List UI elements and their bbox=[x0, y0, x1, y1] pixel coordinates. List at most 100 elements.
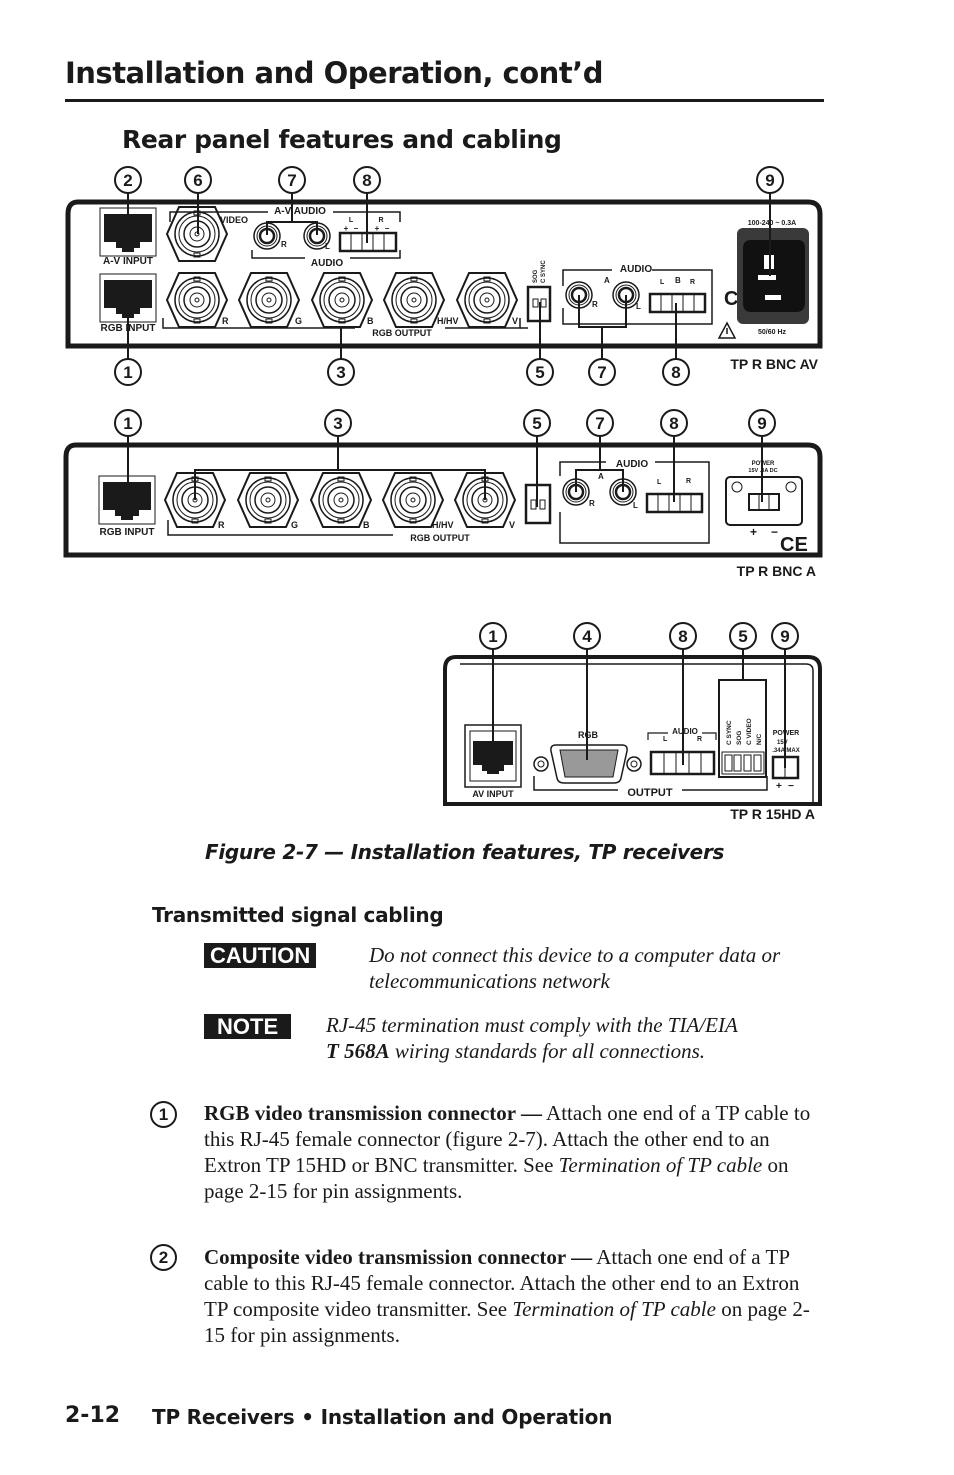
callout-7: 7 bbox=[278, 166, 306, 194]
rca-l-label: L bbox=[636, 302, 641, 311]
term-r-label: R bbox=[697, 736, 702, 743]
callout-8: 8 bbox=[353, 166, 381, 194]
switch-label-c-video: C VIDEO bbox=[746, 718, 753, 745]
svg-text:3: 3 bbox=[336, 363, 345, 382]
model-label: TP R BNC AV bbox=[730, 356, 818, 372]
svg-text:5: 5 bbox=[535, 363, 544, 382]
switch-label-sog: SOG bbox=[736, 731, 743, 745]
note-text-rest: wiring standards for all connections. bbox=[389, 1039, 705, 1063]
svg-text:7: 7 bbox=[595, 414, 604, 433]
c-sync-label: C SYNC bbox=[541, 260, 547, 283]
bnc-v-label: V bbox=[512, 316, 518, 326]
power-spec-label: 15V bbox=[777, 740, 788, 746]
page-number: 2-12 bbox=[65, 1403, 121, 1428]
bnc-v-label: V bbox=[509, 520, 515, 530]
term-r-label: R bbox=[690, 279, 695, 286]
power-connector bbox=[725, 476, 803, 526]
note-badge: NOTE bbox=[204, 1014, 292, 1039]
cross-reference-link[interactable]: Termination of TP cable bbox=[559, 1153, 763, 1177]
caution-text-line: Do not connect this device to a computer… bbox=[369, 943, 781, 967]
callout-1: 1 bbox=[479, 622, 507, 650]
callout-3: 3 bbox=[327, 358, 355, 386]
video-label: VIDEO bbox=[220, 215, 248, 225]
term-l-label: L bbox=[349, 217, 354, 224]
term-b-label: B bbox=[675, 276, 681, 285]
svg-text:1: 1 bbox=[488, 627, 497, 646]
plus-label: + bbox=[375, 224, 380, 233]
callout-5: 5 bbox=[526, 358, 554, 386]
audio-label: AUDIO bbox=[672, 727, 698, 736]
figure-caption: Figure 2-7 — Installation features, TP r… bbox=[205, 840, 725, 864]
ce-mark: CE bbox=[780, 534, 808, 556]
callout-7: 7 bbox=[588, 358, 616, 386]
power-label: POWER bbox=[752, 461, 775, 467]
callout-7: 7 bbox=[586, 409, 614, 437]
svg-text:3: 3 bbox=[333, 414, 342, 433]
note-text-line: RJ-45 termination must comply with the T… bbox=[326, 1013, 738, 1037]
bnc-hhv-label: H/HV bbox=[437, 316, 459, 326]
ac-power-inlet bbox=[737, 228, 809, 324]
svg-text:7: 7 bbox=[597, 363, 606, 382]
switch-label-nc: N/C bbox=[756, 734, 763, 746]
av-audio-label: A-V AUDIO bbox=[274, 206, 326, 217]
plus-label: + bbox=[750, 525, 757, 539]
a-label: A bbox=[598, 472, 604, 481]
output-label: OUTPUT bbox=[627, 787, 673, 799]
item-number-2: 2 bbox=[150, 1244, 177, 1271]
callout-9: 9 bbox=[771, 622, 799, 650]
minus-label: − bbox=[385, 224, 390, 233]
bnc-hhv-label: H/HV bbox=[432, 520, 454, 530]
svg-text:1: 1 bbox=[123, 414, 132, 433]
bnc-r-connector bbox=[166, 272, 228, 328]
minus-label: − bbox=[771, 525, 778, 539]
callout-8: 8 bbox=[660, 409, 688, 437]
section-title: Rear panel features and cabling bbox=[122, 125, 562, 154]
svg-text:8: 8 bbox=[671, 363, 680, 382]
bnc-g-label: G bbox=[291, 520, 298, 530]
power-spec-label: 15V .3A DC bbox=[748, 468, 777, 474]
callout-8: 8 bbox=[669, 622, 697, 650]
svg-text:9: 9 bbox=[765, 171, 774, 190]
page-title: Installation and Operation, cont’d bbox=[65, 56, 603, 90]
callout-4: 4 bbox=[573, 622, 601, 650]
rca-r-label: R bbox=[589, 499, 595, 508]
cross-reference-link[interactable]: Termination of TP cable bbox=[512, 1297, 716, 1321]
callout-1: 1 bbox=[114, 358, 142, 386]
bnc-v-connector bbox=[456, 272, 518, 328]
svg-text:2: 2 bbox=[123, 171, 132, 190]
minus-label: − bbox=[354, 224, 359, 233]
term-r-label: R bbox=[378, 217, 383, 224]
rca-r-label: R bbox=[592, 300, 598, 309]
item-number-1: 1 bbox=[150, 1101, 177, 1128]
a-label: A bbox=[604, 276, 610, 285]
bnc-r-label: R bbox=[218, 520, 225, 530]
callout-8: 8 bbox=[662, 358, 690, 386]
item-description-1: RGB video transmission connector — Attac… bbox=[204, 1100, 819, 1204]
callout-2: 2 bbox=[114, 166, 142, 194]
svg-text:9: 9 bbox=[757, 414, 766, 433]
bnc-b-label: B bbox=[363, 520, 370, 530]
rca-l-label: L bbox=[633, 501, 638, 510]
note-standard: T 568A bbox=[326, 1039, 390, 1063]
svg-text:9: 9 bbox=[780, 627, 789, 646]
svg-text:5: 5 bbox=[738, 627, 747, 646]
bnc-b-connector bbox=[310, 472, 372, 528]
rgb-input-label: RGB INPUT bbox=[100, 527, 155, 538]
rgb-output-label: RGB OUTPUT bbox=[372, 328, 432, 338]
callout-6: 6 bbox=[184, 166, 212, 194]
switch-label-c-sync: C SYNC bbox=[726, 720, 733, 745]
rca-l-label: L bbox=[325, 242, 330, 251]
svg-text:8: 8 bbox=[669, 414, 678, 433]
audio-label: AUDIO bbox=[620, 264, 652, 275]
panel-tp-r-15hd-a: AV INPUT RGB AUDIO L R OUTPUT C SYNC SOG… bbox=[443, 622, 822, 822]
audio-lower-label: AUDIO bbox=[311, 258, 343, 269]
audio-label: AUDIO bbox=[616, 459, 648, 470]
bnc-g-connector bbox=[237, 472, 299, 528]
plus-label: + bbox=[776, 781, 782, 792]
bnc-g-label: G bbox=[295, 316, 302, 326]
av-input-label: A-V INPUT bbox=[103, 256, 153, 267]
svg-text:8: 8 bbox=[678, 627, 687, 646]
rgb-output-label: RGB OUTPUT bbox=[410, 533, 470, 543]
note-text-line: T 568A wiring standards for all connecti… bbox=[326, 1038, 738, 1064]
svg-text:7: 7 bbox=[287, 171, 296, 190]
